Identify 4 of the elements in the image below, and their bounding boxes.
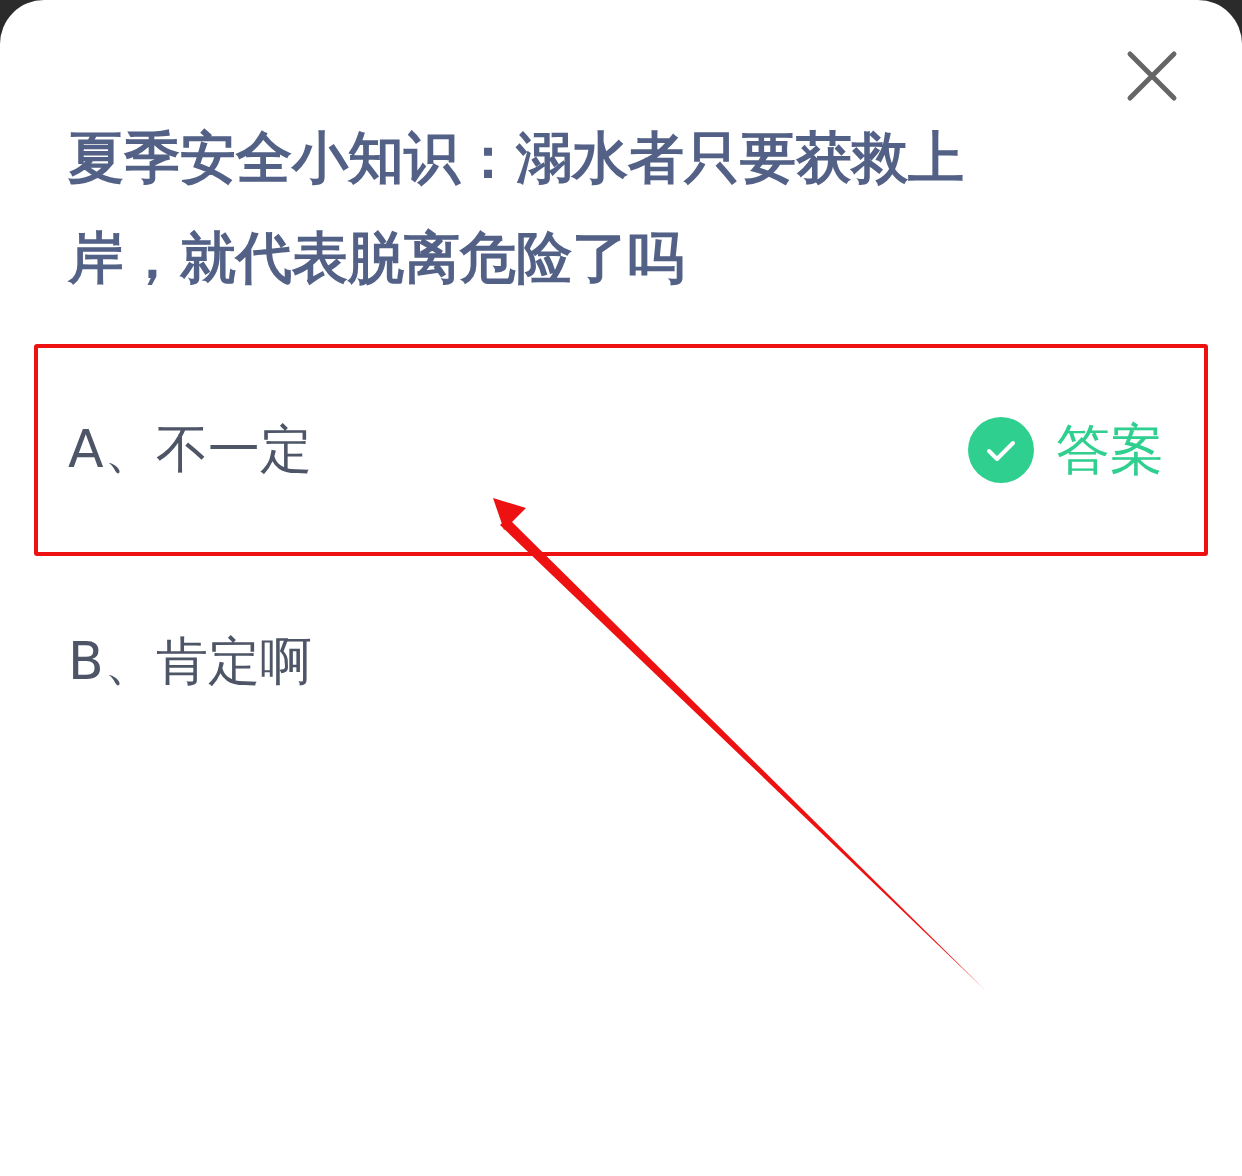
question-title: 夏季安全小知识：溺水者只要获救上岸，就代表脱离危险了吗 [66,124,965,292]
option-label[interactable]: A、不一定 [68,415,312,485]
answer-label: 答案 [1056,416,1164,483]
option-label[interactable]: B、肯定啊 [68,627,312,697]
